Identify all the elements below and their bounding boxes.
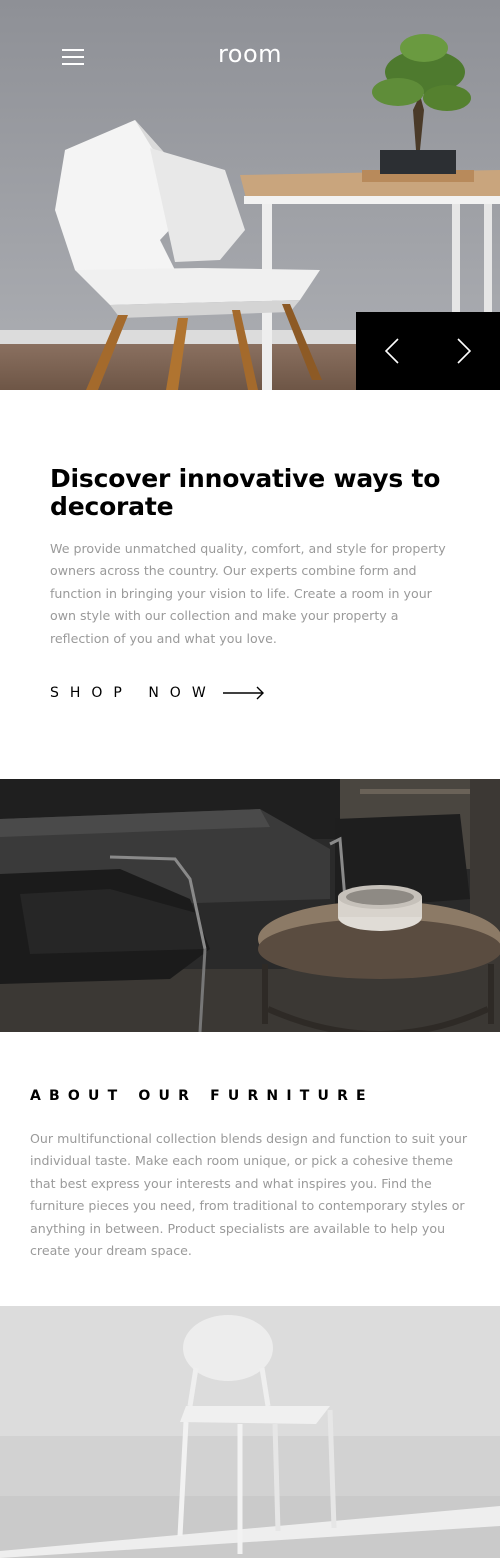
light-furniture-image [0,1306,500,1558]
discover-title: Discover innovative ways to decorate [50,464,441,521]
about-title: ABOUT OUR FURNITURE [30,1088,374,1104]
chevron-right-icon [457,338,471,364]
arrow-right-icon [222,686,264,700]
dark-furniture-image [0,779,500,1032]
slider-prev-button[interactable] [356,312,428,390]
discover-body: We provide unmatched quality, comfort, a… [50,541,446,646]
slider-controls [356,312,500,390]
about-section: ABOUT OUR FURNITURE Our multifunctional … [0,1032,500,1306]
discover-section: Discover innovative ways to decorate We … [0,390,500,779]
about-body: Our multifunctional collection blends de… [30,1131,468,1259]
hero-section: room [0,0,500,390]
slider-next-button[interactable] [428,312,500,390]
site-logo[interactable]: room [0,40,500,68]
white-chair-image [0,1306,500,1558]
shop-now-label: SHOP NOW [50,685,217,702]
dark-armchair-image [0,779,500,1032]
shop-now-link[interactable]: SHOP NOW [50,685,290,701]
chevron-left-icon [385,338,399,364]
top-nav: room [0,0,500,110]
